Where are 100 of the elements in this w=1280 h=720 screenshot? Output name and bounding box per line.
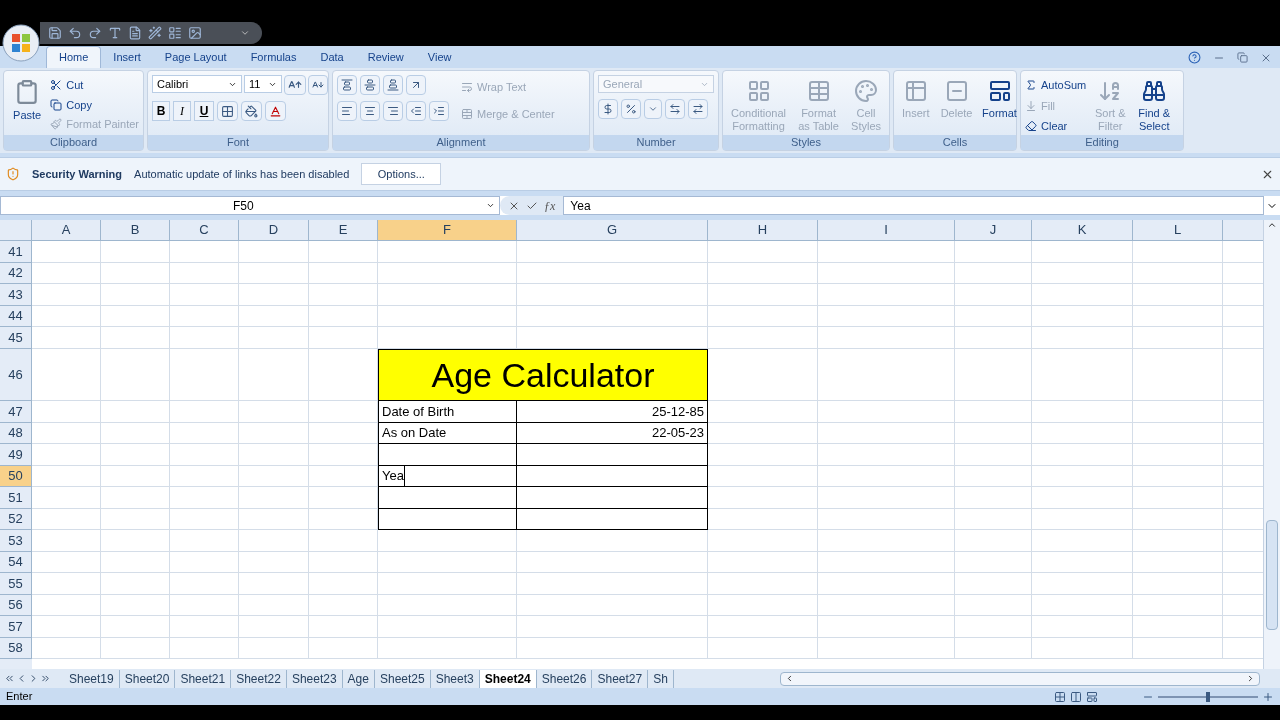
sheet-tab[interactable]: Sheet27 (592, 669, 649, 688)
grid-cell[interactable]: Yea (378, 466, 517, 487)
row-header[interactable]: 56 (0, 595, 32, 616)
toolbar-button[interactable] (383, 101, 403, 121)
underline-button[interactable]: U (194, 101, 214, 121)
grid-cell[interactable] (517, 466, 708, 487)
sheet-tab[interactable]: Sheet26 (536, 669, 593, 688)
grid-cell[interactable]: Date of Birth (378, 401, 517, 423)
row-header[interactable]: 44 (0, 306, 32, 327)
ribbon-tab[interactable]: View (415, 46, 464, 68)
customize-caret-icon[interactable] (240, 28, 250, 38)
toolbar-button[interactable] (688, 99, 708, 119)
sheet-tab[interactable]: Sheet24 (479, 669, 537, 688)
toolbar-button[interactable] (406, 75, 426, 95)
toolbar-button[interactable] (665, 99, 685, 119)
column-header[interactable]: J (955, 220, 1032, 241)
toolbar-button[interactable] (284, 75, 306, 95)
toolbar-button[interactable] (265, 101, 286, 121)
horizontal-scrollbar[interactable] (780, 671, 1260, 686)
page-layout-icon[interactable] (1070, 690, 1082, 703)
zoom-in-icon[interactable] (1262, 690, 1274, 703)
ribbon-button[interactable]: Paste (8, 75, 47, 135)
column-header[interactable]: B (101, 220, 170, 241)
restore-icon[interactable] (1237, 52, 1248, 63)
font-name-field[interactable]: Calibri (152, 75, 242, 93)
sheet-tab[interactable]: Sheet25 (374, 669, 431, 688)
column-header[interactable]: H (708, 220, 818, 241)
grid-cell[interactable]: 25-12-85 (517, 401, 708, 423)
column-header[interactable]: L (1133, 220, 1223, 241)
save-icon[interactable] (48, 26, 62, 40)
row-header[interactable]: 55 (0, 573, 32, 595)
grid-cell[interactable] (378, 487, 517, 509)
ribbon-button[interactable]: Copy (50, 96, 139, 113)
zoom-slider-thumb[interactable] (1206, 691, 1210, 702)
toolbar-button[interactable] (217, 101, 238, 121)
ribbon-button[interactable]: AutoSum (1025, 77, 1087, 94)
sheet-tab[interactable]: Sheet20 (119, 669, 176, 688)
row-header[interactable]: 53 (0, 530, 32, 552)
list-icon[interactable] (168, 26, 182, 40)
row-header[interactable]: 58 (0, 638, 32, 659)
toolbar-button[interactable] (360, 101, 380, 121)
column-header[interactable]: A (32, 220, 101, 241)
ribbon-tab[interactable]: Page Layout (152, 46, 239, 68)
normal-view-icon[interactable] (1054, 690, 1066, 703)
row-header[interactable]: 51 (0, 487, 32, 509)
grid-cell[interactable]: As on Date (378, 423, 517, 444)
row-header[interactable]: 50 (0, 466, 32, 487)
image-icon[interactable] (188, 26, 202, 40)
sheet-tab[interactable]: Sheet3 (430, 669, 480, 688)
ribbon-tab[interactable]: Home (46, 46, 102, 68)
toolbar-button[interactable] (383, 75, 403, 95)
column-header[interactable]: K (1032, 220, 1133, 241)
ribbon-tab[interactable]: Data (308, 46, 356, 68)
sheet-tab[interactable]: Sheet22 (231, 669, 287, 688)
font-size-field[interactable]: 11 (244, 75, 282, 93)
ribbon-button[interactable]: Cut (50, 77, 139, 94)
row-header[interactable]: 57 (0, 616, 32, 638)
sheet-tab[interactable]: Sheet19 (64, 669, 120, 688)
scroll-up-icon[interactable] (1267, 220, 1277, 230)
sheet-tab[interactable]: Sh (648, 669, 674, 688)
italic-button[interactable]: I (173, 101, 191, 121)
grid-cell[interactable] (517, 444, 708, 466)
toolbar-button[interactable] (429, 101, 449, 121)
insert-function-button[interactable]: ƒx (544, 196, 556, 215)
wand-icon[interactable] (148, 26, 162, 40)
scroll-left-icon[interactable] (785, 674, 794, 683)
select-all-corner[interactable] (0, 220, 32, 241)
row-header[interactable]: 48 (0, 423, 32, 444)
scroll-right-icon[interactable] (1246, 674, 1255, 683)
document-icon[interactable] (128, 26, 142, 40)
grid-cell[interactable]: Age Calculator (378, 349, 708, 401)
toolbar-button[interactable] (241, 101, 262, 121)
toolbar-button[interactable] (337, 101, 357, 121)
redo-icon[interactable] (88, 26, 102, 40)
column-header[interactable]: E (309, 220, 378, 241)
ribbon-button[interactable]: Format (979, 75, 1020, 135)
row-header[interactable]: 47 (0, 401, 32, 423)
help-icon[interactable] (1188, 51, 1201, 64)
sheet-tab[interactable]: Age (342, 669, 375, 688)
grid-cell[interactable] (517, 487, 708, 509)
row-header[interactable]: 54 (0, 552, 32, 573)
toolbar-button[interactable] (360, 75, 380, 95)
column-header[interactable]: G (517, 220, 708, 241)
ribbon-tab[interactable]: Formulas (238, 46, 309, 68)
row-header[interactable]: 45 (0, 327, 32, 349)
column-header[interactable]: I (818, 220, 955, 241)
row-header[interactable]: 49 (0, 444, 32, 466)
scroll-thumb[interactable] (1266, 520, 1278, 630)
column-header[interactable]: C (170, 220, 239, 241)
page-break-icon[interactable] (1086, 690, 1098, 703)
toolbar-button[interactable] (598, 99, 618, 119)
ribbon-tab[interactable]: Insert (101, 46, 153, 68)
bold-button[interactable]: B (152, 101, 170, 121)
spelling-icon[interactable] (108, 26, 122, 40)
vertical-scrollbar[interactable] (1263, 220, 1280, 669)
toolbar-button[interactable] (308, 75, 328, 95)
row-header[interactable]: 43 (0, 284, 32, 306)
column-header[interactable]: F (378, 220, 517, 241)
first-sheet-icon[interactable] (4, 673, 15, 684)
undo-icon[interactable] (68, 26, 82, 40)
